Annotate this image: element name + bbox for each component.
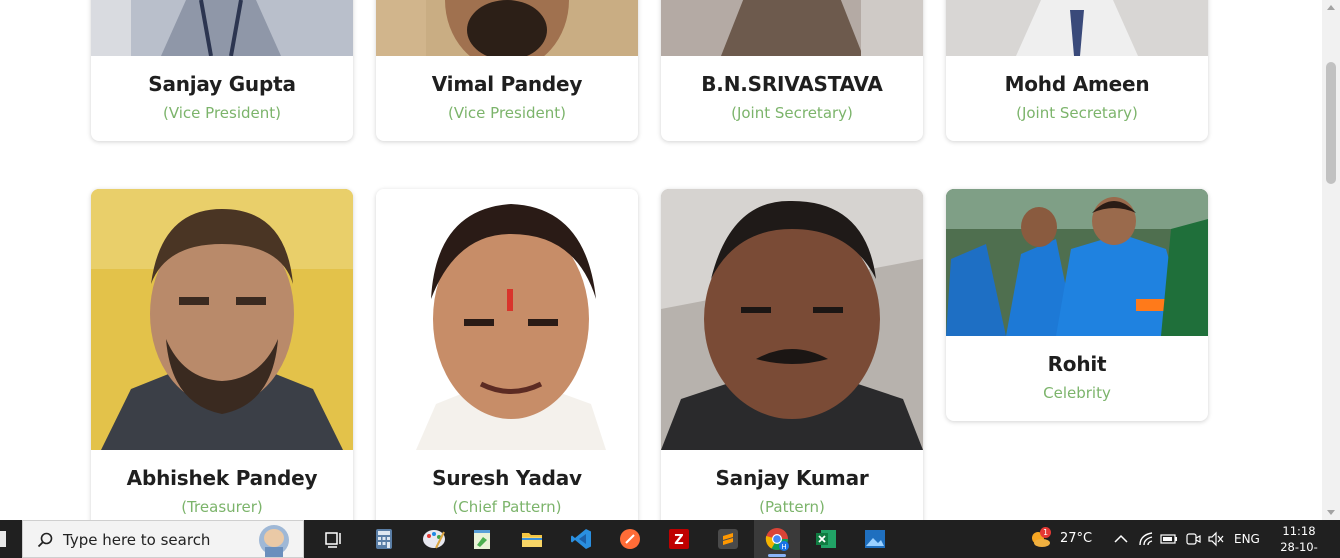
notepad-icon[interactable] (470, 527, 494, 551)
member-name: Mohd Ameen (1004, 72, 1150, 96)
member-role: (Pattern) (759, 498, 825, 516)
member-role: Celebrity (1043, 384, 1111, 402)
member-role: (Vice President) (447, 104, 566, 122)
paint-icon[interactable] (422, 527, 446, 551)
member-role: (Chief Pattern) (452, 498, 562, 516)
member-name: B.N.SRIVASTAVA (701, 72, 883, 96)
member-name: Vimal Pandey (431, 72, 583, 96)
input-language[interactable]: ENG (1234, 532, 1260, 546)
vscode-icon[interactable] (569, 527, 593, 551)
clock-time: 11:18 (1282, 524, 1316, 538)
member-card[interactable]: B.N.SRIVASTAVA (Joint Secretary) (661, 0, 923, 141)
member-photo (91, 0, 353, 56)
member-card[interactable]: Rohit Celebrity (946, 189, 1208, 421)
battery-icon[interactable] (1157, 527, 1181, 551)
excel-icon[interactable] (814, 527, 838, 551)
weather-temperature[interactable]: 27°C (1060, 531, 1092, 546)
task-view-icon[interactable] (322, 527, 346, 551)
member-role: (Joint Secretary) (1016, 104, 1138, 122)
calculator-icon[interactable] (372, 527, 396, 551)
member-photo (946, 189, 1208, 336)
svg-text:Z: Z (674, 533, 683, 548)
member-name: Abhishek Pandey (126, 466, 318, 490)
member-photo (661, 189, 923, 450)
member-card[interactable]: Vimal Pandey (Vice President) (376, 0, 638, 141)
search-icon (37, 532, 53, 548)
speaker-muted-icon[interactable] (1204, 527, 1228, 551)
svg-text:H: H (781, 543, 786, 551)
member-card[interactable]: Sanjay Gupta (Vice President) (91, 0, 353, 141)
taskbar: Type here to search Z H 1 27°C ENG 11:18… (0, 520, 1340, 558)
file-explorer-icon[interactable] (520, 527, 544, 551)
team-page: Sanjay Gupta (Vice President) Vimal Pand… (0, 0, 1322, 520)
member-photo (661, 0, 923, 56)
wifi-icon[interactable] (1134, 527, 1158, 551)
member-role: (Vice President) (162, 104, 281, 122)
chrome-icon[interactable]: H (765, 527, 789, 551)
search-placeholder: Type here to search (63, 531, 211, 549)
member-name: Sanjay Kumar (715, 466, 869, 490)
meet-now-icon[interactable] (1181, 527, 1205, 551)
member-role: (Treasurer) (181, 498, 263, 516)
member-photo (946, 0, 1208, 56)
member-photo (91, 189, 353, 450)
weather-badge: 1 (1040, 527, 1051, 538)
member-name: Sanjay Gupta (148, 72, 296, 96)
member-card[interactable]: Abhishek Pandey (Treasurer) (91, 189, 353, 520)
filezilla-icon[interactable]: Z (667, 527, 691, 551)
photos-icon[interactable] (863, 527, 887, 551)
chrome-active-slot[interactable]: H (754, 520, 800, 558)
member-card[interactable]: Sanjay Kumar (Pattern) (661, 189, 923, 520)
member-photo (376, 0, 638, 56)
member-name: Rohit (1047, 352, 1107, 376)
start-button[interactable] (0, 531, 6, 547)
member-name: Suresh Yadav (432, 466, 582, 490)
member-card[interactable]: Mohd Ameen (Joint Secretary) (946, 0, 1208, 141)
postman-icon[interactable] (618, 527, 642, 551)
active-app-indicator (768, 554, 786, 557)
clock-date: 28-10-2023 (1280, 540, 1318, 558)
member-role: (Joint Secretary) (731, 104, 853, 122)
vertical-scrollbar[interactable] (1322, 0, 1340, 520)
member-card[interactable]: Suresh Yadav (Chief Pattern) (376, 189, 638, 520)
search-highlight-icon (259, 525, 289, 557)
scroll-thumb[interactable] (1326, 62, 1336, 184)
sublime-icon[interactable] (716, 527, 740, 551)
chevron-up-icon[interactable] (1109, 527, 1133, 551)
scroll-down-arrow-icon[interactable] (1327, 510, 1335, 515)
scroll-up-arrow-icon[interactable] (1327, 5, 1335, 10)
taskbar-clock[interactable]: 11:18 28-10-2023 (1266, 523, 1332, 558)
member-photo (376, 189, 638, 450)
taskbar-search-box[interactable]: Type here to search (22, 520, 304, 558)
